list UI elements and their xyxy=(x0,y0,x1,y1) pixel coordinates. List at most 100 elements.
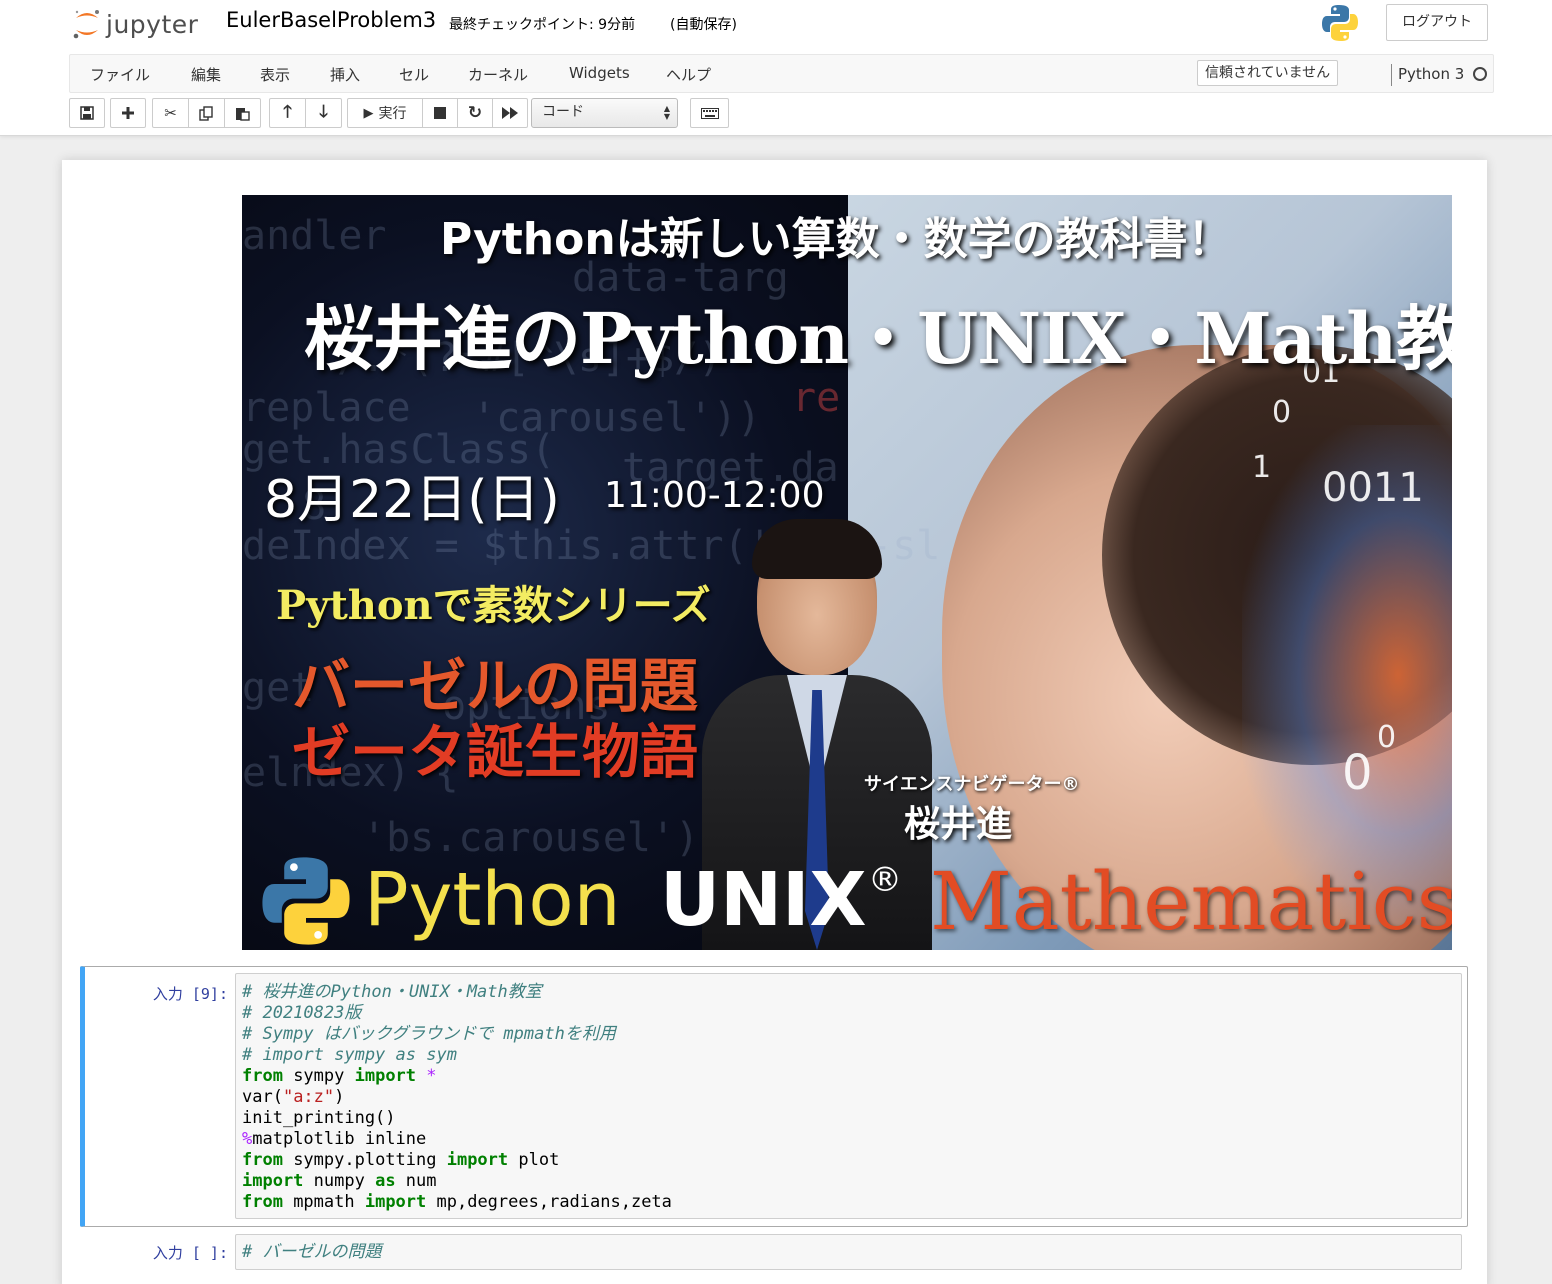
code-token: sympy xyxy=(282,1066,355,1086)
banner-code-line: 'bs.carousel') xyxy=(362,815,700,861)
arrow-down-icon: 🡓 xyxy=(319,101,328,122)
autosave-status: (自動保存) xyxy=(670,17,737,33)
banner-python-logo-icon xyxy=(262,857,350,945)
restart-run-all-button[interactable] xyxy=(492,98,528,128)
menu-insert[interactable]: 挿入 xyxy=(330,64,360,85)
move-up-button[interactable]: 🡑 xyxy=(269,98,306,128)
banner-code-line: andler xyxy=(242,213,387,259)
stop-icon xyxy=(434,107,446,119)
keyboard-icon xyxy=(700,107,719,119)
code-token: "a:z" xyxy=(282,1087,335,1107)
kernel-name[interactable]: Python 3 xyxy=(1398,65,1464,83)
code-token: num xyxy=(395,1171,437,1191)
menu-kernel[interactable]: カーネル xyxy=(468,64,528,85)
code-token: # Sympy はバックグラウンドで mpmathを利用 xyxy=(242,1024,616,1044)
banner-title-2: 桜井進のPython・UNIX・Math教室 xyxy=(304,297,1452,380)
code-token: matplotlib inline xyxy=(252,1129,427,1149)
command-palette-button[interactable] xyxy=(690,98,729,128)
code-line: from sympy import * xyxy=(242,1066,1455,1087)
toolbar-run-group: ▶ 実行 ↻ xyxy=(347,98,528,128)
code-cell-selected[interactable]: 入力 [9]: # 桜井進のPython・UNIX・Math教室 # 202108… xyxy=(80,966,1468,1227)
copy-button[interactable] xyxy=(188,98,225,128)
code-line: init_printing() xyxy=(242,1108,1455,1129)
code-token: # バーゼルの問題 xyxy=(242,1242,382,1262)
menu-view[interactable]: 表示 xyxy=(260,64,290,85)
banner-digit: 0 xyxy=(1272,395,1292,430)
banner-title-1: Pythonは新しい算数・数学の教科書！ xyxy=(440,214,1232,265)
code-line: var("a:z") xyxy=(242,1087,1455,1108)
code-token: import xyxy=(242,1171,304,1191)
code-line: # 桜井進のPython・UNIX・Math教室 xyxy=(242,982,1455,1003)
banner-brand-mathematics: Mathematics xyxy=(930,855,1452,948)
scissors-icon: ✂ xyxy=(164,104,177,122)
code-token: import xyxy=(446,1150,509,1170)
toolbar-move-group: 🡑 🡓 xyxy=(269,98,342,128)
code-token: from xyxy=(242,1066,283,1086)
banner-brand-unix: UNIX xyxy=(660,857,867,943)
code-token: * xyxy=(426,1066,437,1086)
kernel-idle-indicator-icon xyxy=(1473,67,1487,81)
code-token: ) xyxy=(334,1087,345,1107)
code-line: # 20210823版 xyxy=(242,1003,1455,1024)
select-arrows-icon: ▲ ▼ xyxy=(663,104,670,121)
banner-brand-python: Python xyxy=(364,857,621,943)
code-token: from xyxy=(242,1192,283,1212)
code-token: import xyxy=(354,1066,417,1086)
insert-cell-button[interactable] xyxy=(110,98,146,128)
code-token: plot xyxy=(508,1150,560,1170)
menu-widgets[interactable]: Widgets xyxy=(569,64,630,82)
menu-cell[interactable]: セル xyxy=(399,64,429,85)
run-label: 実行 xyxy=(378,106,407,122)
toolbar-edit-group: ✂ xyxy=(152,98,261,128)
code-line: import numpy as num xyxy=(242,1171,1455,1192)
jupyter-logo[interactable]: jupyter xyxy=(72,4,212,44)
code-token: # 桜井進のPython・UNIX・Math教室 xyxy=(242,982,542,1002)
code-line: from mpmath import mp,degrees,radians,ze… xyxy=(242,1192,1455,1213)
paste-button[interactable] xyxy=(224,98,261,128)
code-line: from sympy.plotting import plot xyxy=(242,1150,1455,1171)
logout-button[interactable]: ログアウト xyxy=(1386,4,1488,41)
restart-button[interactable]: ↻ xyxy=(457,98,493,128)
code-cell[interactable]: 入力 [ ]: # バーゼルの問題 xyxy=(80,1232,1468,1284)
code-token: from xyxy=(242,1150,283,1170)
fast-forward-icon xyxy=(502,107,518,119)
move-down-button[interactable]: 🡓 xyxy=(305,98,342,128)
interrupt-button[interactable] xyxy=(422,98,458,128)
code-token: init_printing() xyxy=(242,1108,396,1128)
code-line: # import sympy as sym xyxy=(242,1045,1455,1066)
code-line: # バーゼルの問題 xyxy=(242,1242,1455,1263)
banner-series: Pythonで素数シリーズ xyxy=(276,582,711,629)
notebook-name[interactable]: EulerBaselProblem3 xyxy=(226,8,436,32)
cell-type-select[interactable]: コード ▲ ▼ xyxy=(531,98,678,128)
save-button[interactable] xyxy=(69,98,105,128)
menu-file[interactable]: ファイル xyxy=(90,64,150,85)
run-button[interactable]: ▶ 実行 xyxy=(347,98,423,128)
cell-type-value: コード xyxy=(542,104,584,120)
checkpoint-status: 最終チェックポイント: 9分前 xyxy=(449,17,636,33)
notebook-container: andler data-targ /.*(?=#[^\s]+$/) re rep… xyxy=(62,160,1487,1284)
play-icon: ▶ xyxy=(363,105,374,121)
banner-brand-registered: ® xyxy=(868,860,902,900)
code-editor[interactable]: # バーゼルの問題 xyxy=(235,1234,1462,1270)
banner-presenter-name: 桜井進 xyxy=(904,804,1013,845)
trust-indicator[interactable]: 信頼されていません xyxy=(1197,60,1339,86)
code-token: # 20210823版 xyxy=(242,1003,362,1023)
python-logo-icon xyxy=(1322,5,1358,41)
restart-icon: ↻ xyxy=(467,103,483,123)
kernel-separator xyxy=(1391,64,1392,86)
cut-button[interactable]: ✂ xyxy=(152,98,189,128)
toolbar-insert-group xyxy=(110,98,146,128)
code-editor[interactable]: # 桜井進のPython・UNIX・Math教室 # 20210823版 # Sym… xyxy=(235,973,1462,1219)
header: jupyter EulerBaselProblem3 最終チェックポイント: 9… xyxy=(0,0,1552,136)
cell-prompt: 入力 [9]: xyxy=(152,985,228,1003)
cell-prompt: 入力 [ ]: xyxy=(152,1244,228,1262)
menu-help[interactable]: ヘルプ xyxy=(666,64,711,85)
code-token: import xyxy=(364,1192,427,1212)
jupyter-wordmark: jupyter xyxy=(106,9,199,39)
menu-edit[interactable]: 編集 xyxy=(191,64,221,85)
code-token: # import sympy as sym xyxy=(242,1045,457,1065)
code-token: mpmath xyxy=(282,1192,365,1212)
arrow-up-icon: 🡑 xyxy=(283,101,292,122)
lecture-banner-image: andler data-targ /.*(?=#[^\s]+$/) re rep… xyxy=(242,195,1452,950)
code-line: %matplotlib inline xyxy=(242,1129,1455,1150)
